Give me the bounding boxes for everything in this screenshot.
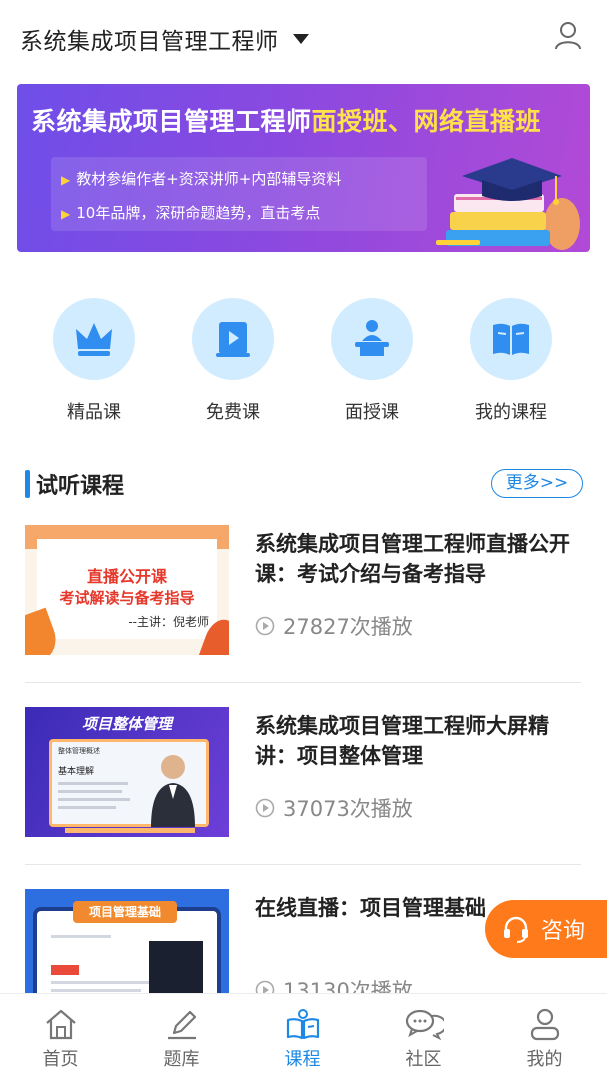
consult-label: 咨询 [541,919,586,944]
course-item[interactable]: 直播公开课 考试解读与备考指导 --主讲：倪老师 系统集成项目管理工程师直播公开… [25,525,581,655]
tab-label: 题库 [163,1049,200,1070]
thumb-title: 项目整体管理 [81,715,172,733]
category-label: 我的课程 [475,402,547,423]
tab-community[interactable]: 社区 [363,994,484,1080]
list-divider [25,864,581,865]
course-thumbnail: 项目整体管理 整体管理概述 基本理解 [25,707,229,837]
open-book-icon [493,323,529,355]
course-item[interactable]: 项目整体管理 整体管理概述 基本理解 系统集成项目管理工程师大屏精讲：项目整体管… [25,707,581,837]
promo-banner[interactable]: 系统集成项目管理工程师面授班、网络直播班 ▶ 教材参编作者+资深讲师+内部辅导资料… [17,84,590,252]
tab-courses[interactable]: 课程 [242,994,363,1080]
banner-line-2: ▶ 10年品牌，深研命题趋势，直击考点 [61,204,321,222]
section-title: 试听课程 [36,474,125,499]
exam-title: 系统集成项目管理工程师 [20,29,279,55]
tab-profile[interactable]: 我的 [484,994,605,1080]
course-title: 系统集成项目管理工程师直播公开课：考试介绍与备考指导 [255,532,570,586]
category-in-person[interactable]: 面授课 [317,298,427,424]
banner-title: 系统集成项目管理工程师面授班、网络直播班 [31,107,542,136]
course-thumbnail: 直播公开课 考试解读与备考指导 --主讲：倪老师 [25,525,229,655]
tab-label: 首页 [42,1049,79,1070]
tab-question-bank[interactable]: 题库 [121,994,242,1080]
user-icon[interactable] [553,20,583,50]
consult-button[interactable]: 咨询 [485,900,607,958]
crown-icon [76,323,112,356]
caret-down-icon [292,34,309,44]
graduation-cap-books-icon [436,158,580,250]
exam-selector[interactable]: 系统集成项目管理工程师 [20,22,309,56]
thumb-line-2: 考试解读与备考指导 [59,589,195,607]
play-circle-icon [255,798,275,818]
headset-icon [504,916,528,943]
tab-home[interactable]: 首页 [0,994,121,1080]
trial-courses-header: 试听课程 更多>> [25,466,585,502]
triangle-icon: ▶ [61,207,71,221]
thumb-line-3: --主讲：倪老师 [128,615,209,629]
list-divider [25,682,581,683]
pencil-icon [167,1010,196,1040]
lecturer-figure [151,755,195,827]
home-icon [45,1009,76,1040]
course-title: 系统集成项目管理工程师大屏精讲：项目整体管理 [255,714,549,768]
thumb-line-1: 直播公开课 [86,567,167,586]
profile-icon [530,1008,559,1041]
play-count: 37073次播放 [255,793,413,823]
tab-label: 课程 [284,1049,321,1070]
more-button[interactable]: 更多>> [491,469,583,498]
bottom-tab-bar: 首页 题库 课程 社区 我的 [0,993,607,1080]
triangle-icon: ▶ [61,173,71,187]
tab-label: 我的 [526,1049,563,1070]
category-premium[interactable]: 精品课 [39,298,149,424]
top-header: 系统集成项目管理工程师 [0,0,607,76]
teacher-desk-icon [355,320,389,356]
category-label: 免费课 [206,402,260,423]
category-row: 精品课 免费课 面授课 我的课程 [0,298,607,428]
play-count: 27827次播放 [255,611,413,641]
video-book-icon [216,322,250,357]
chat-bubbles-icon [405,1009,444,1041]
play-circle-icon [255,616,275,636]
course-book-icon [286,1009,319,1040]
category-label: 精品课 [67,402,121,423]
category-label: 面授课 [345,402,399,423]
category-my-courses[interactable]: 我的课程 [456,298,566,424]
category-free[interactable]: 免费课 [178,298,288,424]
tab-label: 社区 [405,1049,442,1070]
banner-line-1: ▶ 教材参编作者+资深讲师+内部辅导资料 [61,170,342,188]
section-accent-bar [25,470,30,498]
thumb-tag: 项目管理基础 [73,901,177,923]
